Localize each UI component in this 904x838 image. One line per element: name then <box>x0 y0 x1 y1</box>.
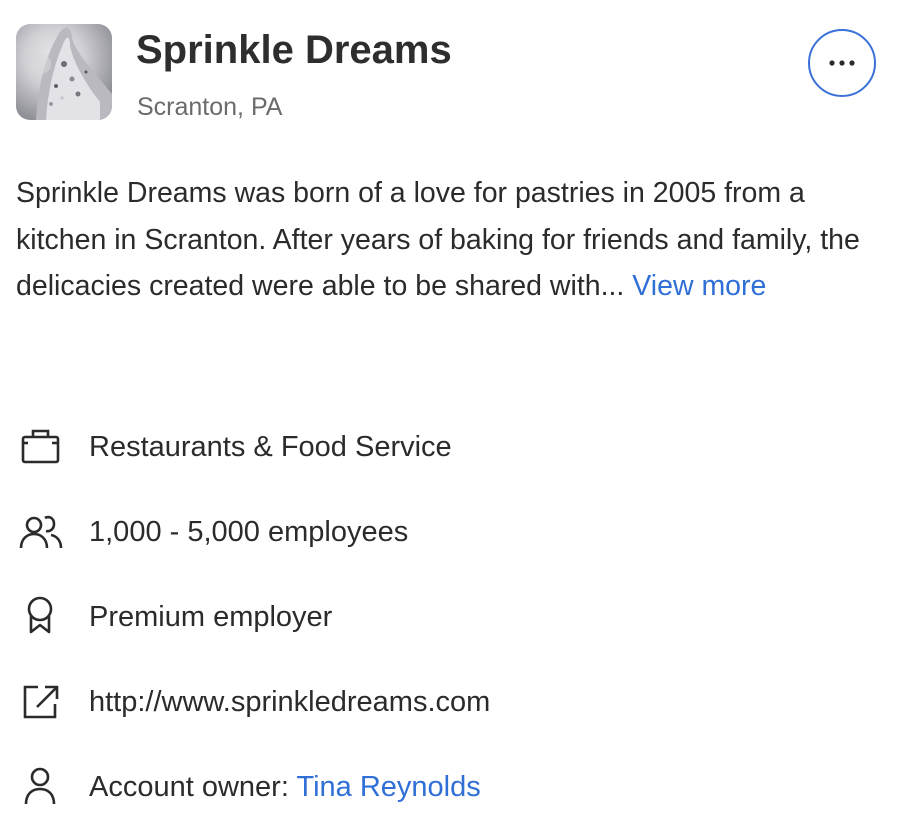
company-logo <box>16 24 112 120</box>
company-description: Sprinkle Dreams was born of a love for p… <box>16 170 888 310</box>
company-header: Sprinkle Dreams Scranton, PA <box>16 24 888 124</box>
owner-text: Account owner: Tina Reynolds <box>89 768 481 806</box>
more-horizontal-icon <box>829 60 855 66</box>
website-link[interactable]: http://www.sprinkledreams.com <box>89 683 490 721</box>
industry-text: Restaurants & Food Service <box>89 431 452 463</box>
company-location: Scranton, PA <box>137 93 283 121</box>
more-options-button[interactable] <box>808 29 876 97</box>
award-ribbon-icon <box>27 596 53 634</box>
view-more-link[interactable]: View more <box>632 270 766 302</box>
employees-row: 1,000 - 5,000 employees <box>16 507 888 557</box>
website-row: http://www.sprinkledreams.com <box>16 677 888 727</box>
employees-text: 1,000 - 5,000 employees <box>89 516 409 548</box>
briefcase-icon <box>21 429 60 464</box>
person-icon <box>24 767 56 805</box>
owner-label: Account owner: <box>89 771 289 803</box>
industry-row: Restaurants & Food Service <box>16 422 888 472</box>
owner-row: Account owner: Tina Reynolds <box>16 762 888 812</box>
premium-text: Premium employer <box>89 601 333 633</box>
premium-row: Premium employer <box>16 592 888 642</box>
people-icon <box>19 515 63 549</box>
owner-name-link[interactable]: Tina Reynolds <box>296 771 480 803</box>
external-link-icon <box>23 685 59 719</box>
company-name: Sprinkle Dreams <box>136 28 452 72</box>
